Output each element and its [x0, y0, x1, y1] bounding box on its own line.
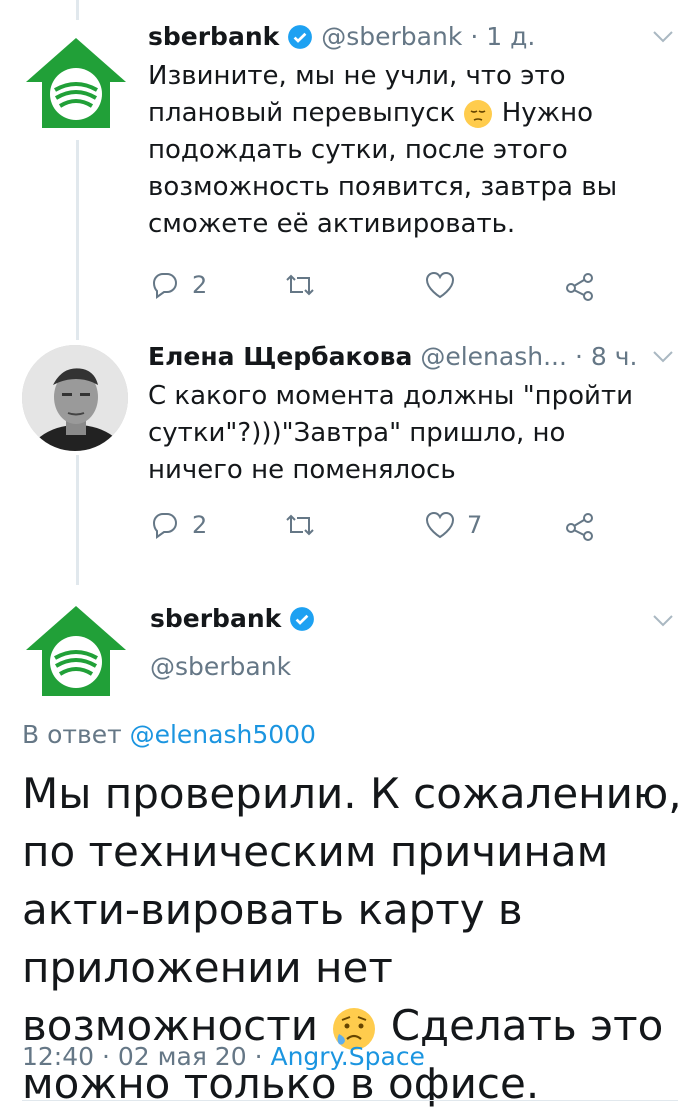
like-icon: [425, 271, 455, 299]
reply-context: В ответ @elenash5000: [22, 720, 316, 749]
tweet1-handle[interactable]: @sberbank: [321, 22, 462, 51]
like-button[interactable]: [423, 268, 457, 302]
reply-button[interactable]: 2: [148, 508, 207, 542]
main-display-name[interactable]: sberbank: [150, 604, 281, 633]
main-handle[interactable]: @sberbank: [150, 652, 291, 681]
reply-count: 2: [192, 511, 208, 539]
like-icon: [425, 511, 455, 539]
tweet2-time[interactable]: 8 ч.: [591, 342, 638, 371]
retweet-button[interactable]: [283, 268, 317, 302]
tweet1-time[interactable]: 1 д.: [486, 22, 535, 51]
tweet1-header: sberbank @sberbank · 1 д.: [148, 22, 535, 51]
share-button[interactable]: [563, 268, 597, 302]
reply-icon: [152, 513, 178, 539]
tweet2-handle[interactable]: @elenash...: [420, 342, 567, 371]
tweet2-actions: 2 7: [148, 508, 618, 548]
share-icon: [566, 273, 593, 301]
main-tweet-header: sberbank: [150, 604, 315, 633]
like-count: 7: [467, 511, 483, 539]
divider: [22, 1100, 678, 1101]
chevron-down-icon[interactable]: [652, 350, 674, 364]
share-button[interactable]: [563, 508, 597, 542]
reply-count: 2: [192, 271, 208, 299]
chevron-down-icon[interactable]: [652, 30, 674, 44]
thread-line-low: [76, 455, 79, 585]
separator-dot: ·: [254, 1042, 263, 1071]
share-icon: [566, 513, 593, 541]
thread-line-top: [76, 0, 79, 20]
source-link[interactable]: Angry.Space: [270, 1042, 424, 1071]
thread-line-mid: [76, 140, 79, 340]
chevron-down-icon[interactable]: [652, 614, 674, 628]
pensive-face-icon: [464, 99, 493, 128]
separator-dot: ·: [574, 342, 583, 371]
like-button[interactable]: 7: [423, 508, 482, 542]
tweet1-actions: 2: [148, 268, 618, 308]
main-handle-row: @sberbank: [150, 652, 291, 681]
verified-icon: [288, 24, 313, 49]
verified-icon: [290, 606, 315, 631]
main-tweet-meta: 12:40 · 02 мая 20 · Angry.Space: [22, 1042, 425, 1071]
reply-button[interactable]: 2: [148, 268, 207, 302]
reply-prefix: В ответ: [22, 720, 122, 749]
tweet1-text: Извините, мы не учли, что это плановый п…: [148, 61, 618, 239]
tweet2-display-name[interactable]: Елена Щербакова: [148, 342, 412, 371]
tweet1-display-name[interactable]: sberbank: [148, 22, 279, 51]
reply-mention-link[interactable]: @elenash5000: [130, 720, 316, 749]
sberbank-logo[interactable]: [22, 598, 130, 698]
avatar[interactable]: [22, 345, 128, 451]
retweet-icon: [286, 274, 314, 296]
sberbank-logo[interactable]: [22, 30, 130, 130]
tweet2-header: Елена Щербакова @elenash... · 8 ч.: [148, 342, 637, 371]
reply-icon: [152, 273, 178, 299]
retweet-icon: [286, 514, 314, 536]
separator-dot: ·: [470, 22, 479, 51]
timestamp[interactable]: 12:40 · 02 мая 20: [22, 1042, 247, 1071]
retweet-button[interactable]: [283, 508, 317, 542]
tweet2-text: С какого момента должны "пройти сутки"?)…: [148, 381, 633, 485]
